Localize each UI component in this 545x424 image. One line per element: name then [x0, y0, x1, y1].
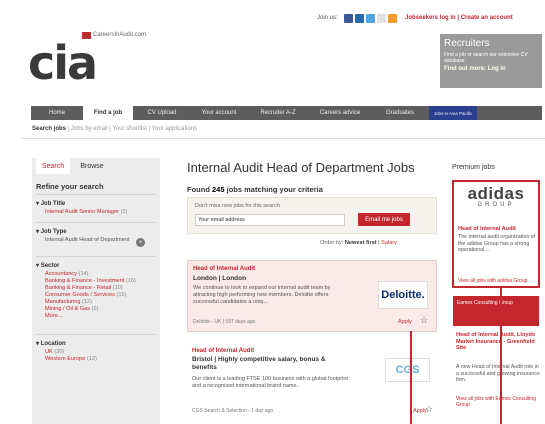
filter-divider — [36, 256, 156, 257]
job-listing[interactable]: Head of Internal Audit London | London W… — [187, 260, 437, 332]
apply-link[interactable]: Apply — [398, 319, 412, 325]
location-item: UK (30) — [45, 349, 65, 355]
sort-salary[interactable]: Salary — [381, 240, 397, 246]
sort-options: Order by: Newest first | Salary — [320, 240, 398, 246]
job-description: Our client is a leading FTSE 100 busines… — [192, 376, 348, 389]
job-alert-box: Don't miss new jobs for this search Your… — [187, 197, 437, 234]
location-item: Western Europe (12) — [45, 356, 97, 362]
star-icon[interactable]: ☆ — [425, 404, 433, 415]
annotation-line — [410, 331, 412, 424]
search-sidebar: Search Browse Refine your search ▾ Job T… — [32, 158, 160, 424]
remove-filter-icon[interactable]: × — [136, 238, 145, 247]
annotation-line — [500, 288, 502, 424]
nav-home[interactable]: Home — [31, 106, 83, 120]
premium-job-desc: A new Head of Internal Audit role in a s… — [456, 364, 540, 383]
filter-divider — [36, 222, 156, 223]
join-us-label: Join us: — [317, 15, 338, 21]
recruiters-desc: Find a job or search our extensive CV da… — [444, 52, 528, 64]
filter-job-type-item: Internal Audit Head of Department — [45, 237, 130, 243]
premium-job-adidas[interactable]: adidas GROUP Head of Internal Audit The … — [452, 180, 540, 288]
sub-nav: Search jobs | Jobs by email | Your short… — [32, 126, 198, 132]
email-me-jobs-button[interactable]: Email me jobs — [358, 213, 410, 226]
job-title[interactable]: Head of Internal Audit — [192, 348, 254, 354]
nav-cv-upload[interactable]: CV Upload — [133, 106, 191, 120]
filter-sector-heading[interactable]: ▾ Sector — [36, 262, 59, 269]
share-icon[interactable] — [377, 14, 386, 23]
sector-item: Consumer Goods / Services (15) — [45, 292, 127, 298]
sector-item: Banking & Finance - Retail (10) — [45, 285, 123, 291]
rss-icon[interactable] — [388, 14, 397, 23]
nav-your-account[interactable]: Your account — [191, 106, 247, 120]
job-description: We continue to look to expand our intern… — [193, 285, 331, 305]
sector-item: Banking & Finance - Investment (16) — [45, 278, 136, 284]
site-logo[interactable]: cia — [28, 40, 98, 86]
page-title: Internal Audit Head of Department Jobs — [187, 160, 415, 175]
recruiters-title: Recruiters — [444, 38, 490, 49]
sector-item: Manufacturing (12) — [45, 299, 92, 305]
star-icon[interactable]: ☆ — [420, 315, 428, 326]
sector-item: Mining / Oil & Gas (9) — [45, 306, 99, 312]
email-field[interactable]: Your email address — [195, 214, 345, 226]
premium-view-all-link[interactable]: View all jobs with Eames Consulting Grou… — [456, 396, 542, 408]
eames-logo[interactable]: Eames Consulting Group — [453, 296, 539, 326]
twitter-icon[interactable] — [366, 14, 375, 23]
nav-asia-pacific[interactable]: Jobs in Asia Pacific — [429, 106, 477, 120]
nav-graduates[interactable]: Graduates — [371, 106, 429, 120]
subnav-applications[interactable]: Your applications — [152, 126, 197, 132]
main-nav: Home Find a job CV Upload Your account R… — [31, 106, 542, 120]
nav-careers-advice[interactable]: Careers advice — [309, 106, 371, 120]
filter-job-title-heading[interactable]: ▾ Job Title — [36, 200, 65, 207]
subnav-jobs-by-email[interactable]: Jobs by email — [71, 126, 108, 132]
filter-job-type-heading[interactable]: ▾ Job Type — [36, 228, 67, 235]
premium-job-desc: The internal audit organization of the a… — [458, 234, 536, 253]
results-count: Found 245 jobs matching your criteria — [187, 185, 323, 194]
sort-newest[interactable]: Newest first — [345, 240, 377, 246]
nav-find-a-job[interactable]: Find a job — [83, 106, 133, 120]
subnav-shortlist[interactable]: Your shortlist — [112, 126, 146, 132]
job-title[interactable]: Head of Internal Audit — [193, 266, 255, 272]
divider — [22, 138, 545, 139]
recruiters-box[interactable]: Recruiters Find a job or search our exte… — [440, 34, 542, 88]
sector-item: Accountancy (14) — [45, 271, 89, 277]
premium-jobs-heading: Premium jobs — [452, 164, 495, 171]
recruiters-link[interactable]: Find out more: Log in — [444, 66, 538, 72]
job-meta: Deloitte - UK | 597 days ago — [193, 319, 256, 325]
cgs-logo[interactable]: CGS — [385, 358, 430, 382]
filter-job-title-item[interactable]: Internal Audit Senior Manager (2) — [45, 209, 127, 216]
job-listing[interactable]: Head of Internal Audit Bristol | Highly … — [187, 346, 437, 424]
filter-sector-list[interactable]: Accountancy (14) Banking & Finance - Inv… — [45, 271, 157, 320]
page: Join us: Jobseekers log in | Create an a… — [22, 0, 545, 424]
premium-job-title[interactable]: Head of Internal Audit — [458, 226, 516, 233]
nav-recruiter-az[interactable]: Recruiter A-Z — [247, 106, 309, 120]
tab-search[interactable]: Search — [36, 158, 70, 174]
filter-location-list[interactable]: UK (30) Western Europe (12) — [45, 349, 97, 363]
adidas-logo[interactable]: adidas GROUP — [458, 184, 534, 218]
site-name: CareersInAudit.com — [93, 32, 147, 38]
premium-job-title[interactable]: Head of Internal Audit, Lloyds Market In… — [456, 332, 542, 352]
job-location: Bristol | Highly competitive salary, bon… — [192, 356, 326, 371]
deloitte-logo[interactable]: Deloitte. — [378, 281, 428, 309]
sector-more-link: More... — [45, 313, 63, 319]
filter-location-heading[interactable]: ▾ Location — [36, 340, 66, 347]
subnav-search-jobs[interactable]: Search jobs — [32, 126, 66, 132]
facebook-icon[interactable] — [344, 14, 353, 23]
top-bar: Join us: Jobseekers log in | Create an a… — [22, 14, 545, 24]
filter-divider — [36, 334, 156, 335]
job-alert-text: Don't miss new jobs for this search — [195, 203, 280, 209]
refine-heading: Refine your search — [36, 182, 104, 191]
job-meta: CGS Search & Selection - 1 day ago — [192, 408, 274, 414]
tab-browse[interactable]: Browse — [72, 158, 112, 174]
premium-view-all-link[interactable]: View all jobs with adidas Group — [458, 278, 538, 284]
account-links[interactable]: Jobseekers log in | Create an account — [405, 15, 513, 21]
job-location: London | London — [193, 275, 247, 282]
filter-divider — [36, 194, 156, 195]
linkedin-icon[interactable] — [355, 14, 364, 23]
